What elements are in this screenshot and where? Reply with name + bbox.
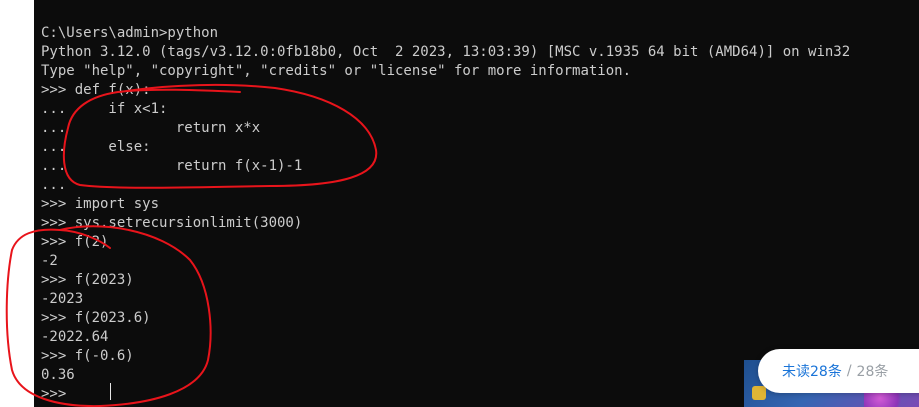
- terminal-line: ... if x<1:: [41, 101, 168, 117]
- screenshot: C:\Users\admin>python Python 3.12.0 (tag…: [0, 0, 919, 407]
- total-count: 28条: [856, 364, 889, 380]
- terminal-line: >>> import sys: [41, 196, 160, 212]
- terminal-window[interactable]: C:\Users\admin>python Python 3.12.0 (tag…: [34, 0, 919, 407]
- terminal-line: -2: [41, 253, 58, 269]
- terminal-line: ... return x*x: [41, 120, 261, 136]
- terminal-line: ... else:: [41, 139, 151, 155]
- terminal-line: 0.36: [41, 367, 75, 383]
- terminal-line: ... return f(x-1)-1: [41, 158, 303, 174]
- unread-messages-button[interactable]: 未读28条 / 28条: [758, 349, 919, 393]
- terminal-line: >>> sys.setrecursionlimit(3000): [41, 215, 303, 231]
- terminal-line: >>> f(2): [41, 234, 109, 250]
- terminal-prompt-line[interactable]: >>>: [41, 385, 850, 404]
- terminal-line: ...: [41, 177, 67, 193]
- terminal-line: -2022.64: [41, 329, 109, 345]
- text-cursor: [110, 383, 111, 400]
- terminal-line: Python 3.12.0 (tags/v3.12.0:0fb18b0, Oct…: [41, 44, 851, 60]
- terminal-line: >>> def f(x):: [41, 82, 151, 98]
- scrollbar[interactable]: [912, 0, 919, 350]
- spark-icon: [752, 386, 766, 400]
- terminal-line: Type "help", "copyright", "credits" or "…: [41, 63, 632, 79]
- terminal-line: >>> f(-0.6): [41, 348, 134, 364]
- terminal-output: C:\Users\admin>python Python 3.12.0 (tag…: [41, 24, 850, 404]
- terminal-line: >>> f(2023.6): [41, 310, 151, 326]
- terminal-line: >>> f(2023): [41, 272, 134, 288]
- terminal-line: C:\Users\admin>python: [41, 25, 219, 41]
- unread-count: 未读28条: [782, 364, 842, 380]
- terminal-line: -2023: [41, 291, 84, 307]
- count-separator: /: [846, 363, 852, 379]
